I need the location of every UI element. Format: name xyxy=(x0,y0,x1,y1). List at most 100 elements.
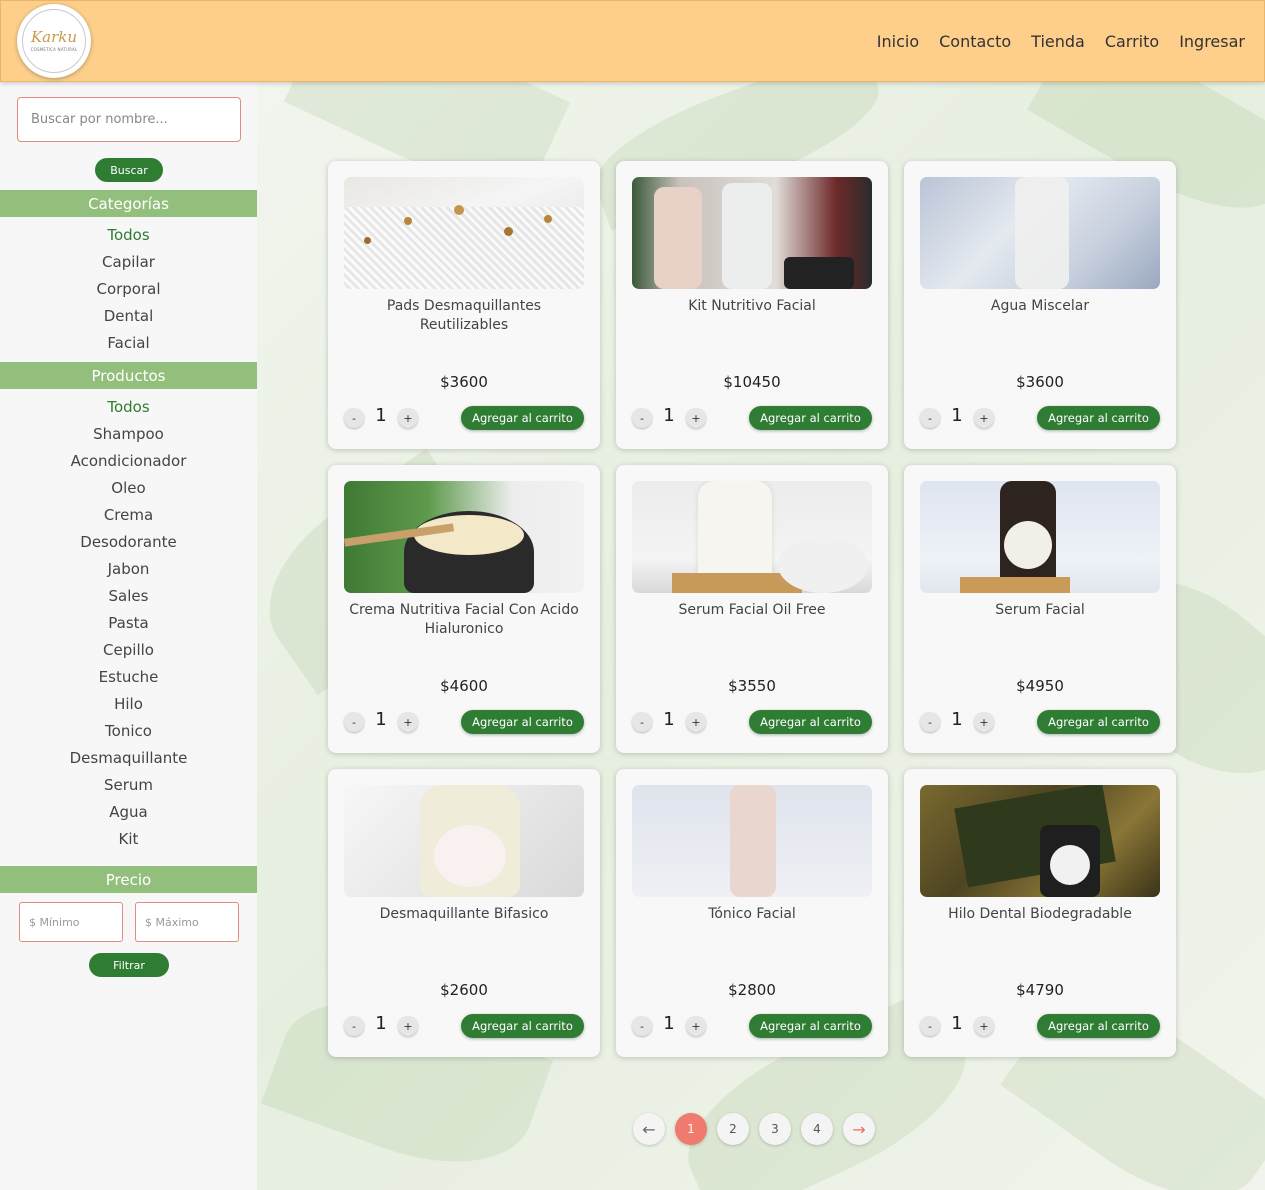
product-type-estuche[interactable]: Estuche xyxy=(0,664,257,691)
nav-inicio[interactable]: Inicio xyxy=(877,32,919,51)
increase-qty-button[interactable]: + xyxy=(686,1016,706,1036)
product-image[interactable] xyxy=(632,785,872,897)
product-type-kit[interactable]: Kit xyxy=(0,826,257,853)
product-type-shampoo[interactable]: Shampoo xyxy=(0,421,257,448)
next-page-arrow-icon[interactable]: → xyxy=(843,1113,875,1145)
increase-qty-button[interactable]: + xyxy=(974,1016,994,1036)
price-heading: Precio xyxy=(0,866,257,893)
add-to-cart-button[interactable]: Agregar al carrito xyxy=(461,406,584,430)
increase-qty-button[interactable]: + xyxy=(398,408,418,428)
add-to-cart-button[interactable]: Agregar al carrito xyxy=(1037,406,1160,430)
product-type-desodorante[interactable]: Desodorante xyxy=(0,529,257,556)
products-heading: Productos xyxy=(0,362,257,389)
pagination: ← 1 2 3 4 → xyxy=(633,1113,875,1145)
product-price: $3600 xyxy=(440,373,488,391)
product-image[interactable] xyxy=(632,177,872,289)
increase-qty-button[interactable]: + xyxy=(974,408,994,428)
add-to-cart-button[interactable]: Agregar al carrito xyxy=(749,710,872,734)
category-facial[interactable]: Facial xyxy=(0,330,257,357)
product-title[interactable]: Serum Facial Oil Free xyxy=(636,601,868,620)
page-3-button[interactable]: 3 xyxy=(759,1113,791,1145)
product-type-pasta[interactable]: Pasta xyxy=(0,610,257,637)
product-title[interactable]: Pads Desmaquillantes Reutilizables xyxy=(348,297,580,335)
min-price-input[interactable] xyxy=(19,902,123,942)
product-image[interactable] xyxy=(344,177,584,289)
decrease-qty-button[interactable]: - xyxy=(344,408,364,428)
increase-qty-button[interactable]: + xyxy=(686,712,706,732)
page-1-button[interactable]: 1 xyxy=(675,1113,707,1145)
product-type-jabon[interactable]: Jabon xyxy=(0,556,257,583)
decrease-qty-button[interactable]: - xyxy=(344,1016,364,1036)
category-todos[interactable]: Todos xyxy=(0,222,257,249)
product-type-desmaquillante[interactable]: Desmaquillante xyxy=(0,745,257,772)
add-to-cart-button[interactable]: Agregar al carrito xyxy=(1037,1014,1160,1038)
product-title[interactable]: Tónico Facial xyxy=(636,905,868,924)
category-corporal[interactable]: Corporal xyxy=(0,276,257,303)
product-type-tonico[interactable]: Tonico xyxy=(0,718,257,745)
decrease-qty-button[interactable]: - xyxy=(920,408,940,428)
product-image[interactable] xyxy=(920,481,1160,593)
increase-qty-button[interactable]: + xyxy=(398,712,418,732)
increase-qty-button[interactable]: + xyxy=(974,712,994,732)
category-dental[interactable]: Dental xyxy=(0,303,257,330)
product-type-acondicionador[interactable]: Acondicionador xyxy=(0,448,257,475)
category-capilar[interactable]: Capilar xyxy=(0,249,257,276)
product-type-agua[interactable]: Agua xyxy=(0,799,257,826)
product-card: Agua Miscelar $3600 - 1 + Agregar al car… xyxy=(904,161,1176,449)
search-button[interactable]: Buscar xyxy=(95,158,163,182)
product-type-sales[interactable]: Sales xyxy=(0,583,257,610)
product-image[interactable] xyxy=(632,481,872,593)
quantity-value: 1 xyxy=(663,1013,675,1034)
product-price: $4950 xyxy=(1016,677,1064,695)
previous-page-arrow-icon[interactable]: ← xyxy=(633,1113,665,1145)
decrease-qty-button[interactable]: - xyxy=(344,712,364,732)
product-title[interactable]: Serum Facial xyxy=(924,601,1156,620)
quantity-value: 1 xyxy=(663,709,675,730)
increase-qty-button[interactable]: + xyxy=(398,1016,418,1036)
product-card: Serum Facial $4950 - 1 + Agregar al carr… xyxy=(904,465,1176,753)
product-image[interactable] xyxy=(920,177,1160,289)
product-title[interactable]: Crema Nutritiva Facial Con Acido Hialuro… xyxy=(348,601,580,639)
decrease-qty-button[interactable]: - xyxy=(632,1016,652,1036)
product-type-serum[interactable]: Serum xyxy=(0,772,257,799)
karku-logo[interactable]: Karku COSMETICA NATURAL xyxy=(17,4,91,78)
product-type-oleo[interactable]: Oleo xyxy=(0,475,257,502)
product-card: Pads Desmaquillantes Reutilizables $3600… xyxy=(328,161,600,449)
nav-tienda[interactable]: Tienda xyxy=(1031,32,1085,51)
add-to-cart-button[interactable]: Agregar al carrito xyxy=(461,710,584,734)
search-input[interactable] xyxy=(17,97,241,142)
nav-carrito[interactable]: Carrito xyxy=(1105,32,1159,51)
filter-button[interactable]: Filtrar xyxy=(89,953,169,977)
add-to-cart-button[interactable]: Agregar al carrito xyxy=(749,406,872,430)
increase-qty-button[interactable]: + xyxy=(686,408,706,428)
product-image[interactable] xyxy=(344,785,584,897)
product-type-hilo[interactable]: Hilo xyxy=(0,691,257,718)
page-4-button[interactable]: 4 xyxy=(801,1113,833,1145)
decrease-qty-button[interactable]: - xyxy=(920,1016,940,1036)
product-title[interactable]: Hilo Dental Biodegradable xyxy=(924,905,1156,924)
product-title[interactable]: Kit Nutritivo Facial xyxy=(636,297,868,316)
add-to-cart-button[interactable]: Agregar al carrito xyxy=(1037,710,1160,734)
product-image[interactable] xyxy=(920,785,1160,897)
add-to-cart-button[interactable]: Agregar al carrito xyxy=(461,1014,584,1038)
quantity-value: 1 xyxy=(951,709,963,730)
product-type-cepillo[interactable]: Cepillo xyxy=(0,637,257,664)
nav-contacto[interactable]: Contacto xyxy=(939,32,1011,51)
page-2-button[interactable]: 2 xyxy=(717,1113,749,1145)
add-to-cart-button[interactable]: Agregar al carrito xyxy=(749,1014,872,1038)
product-card: Crema Nutritiva Facial Con Acido Hialuro… xyxy=(328,465,600,753)
decrease-qty-button[interactable]: - xyxy=(920,712,940,732)
nav-ingresar[interactable]: Ingresar xyxy=(1179,32,1245,51)
quantity-value: 1 xyxy=(663,405,675,426)
max-price-input[interactable] xyxy=(135,902,239,942)
product-type-crema[interactable]: Crema xyxy=(0,502,257,529)
categories-list: Todos Capilar Corporal Dental Facial xyxy=(0,222,257,357)
decrease-qty-button[interactable]: - xyxy=(632,712,652,732)
product-card: Desmaquillante Bifasico $2600 - 1 + Agre… xyxy=(328,769,600,1057)
product-title[interactable]: Agua Miscelar xyxy=(924,297,1156,316)
main-nav: Inicio Contacto Tienda Carrito Ingresar xyxy=(877,32,1245,51)
product-title[interactable]: Desmaquillante Bifasico xyxy=(348,905,580,924)
product-type-todos[interactable]: Todos xyxy=(0,394,257,421)
decrease-qty-button[interactable]: - xyxy=(632,408,652,428)
product-image[interactable] xyxy=(344,481,584,593)
